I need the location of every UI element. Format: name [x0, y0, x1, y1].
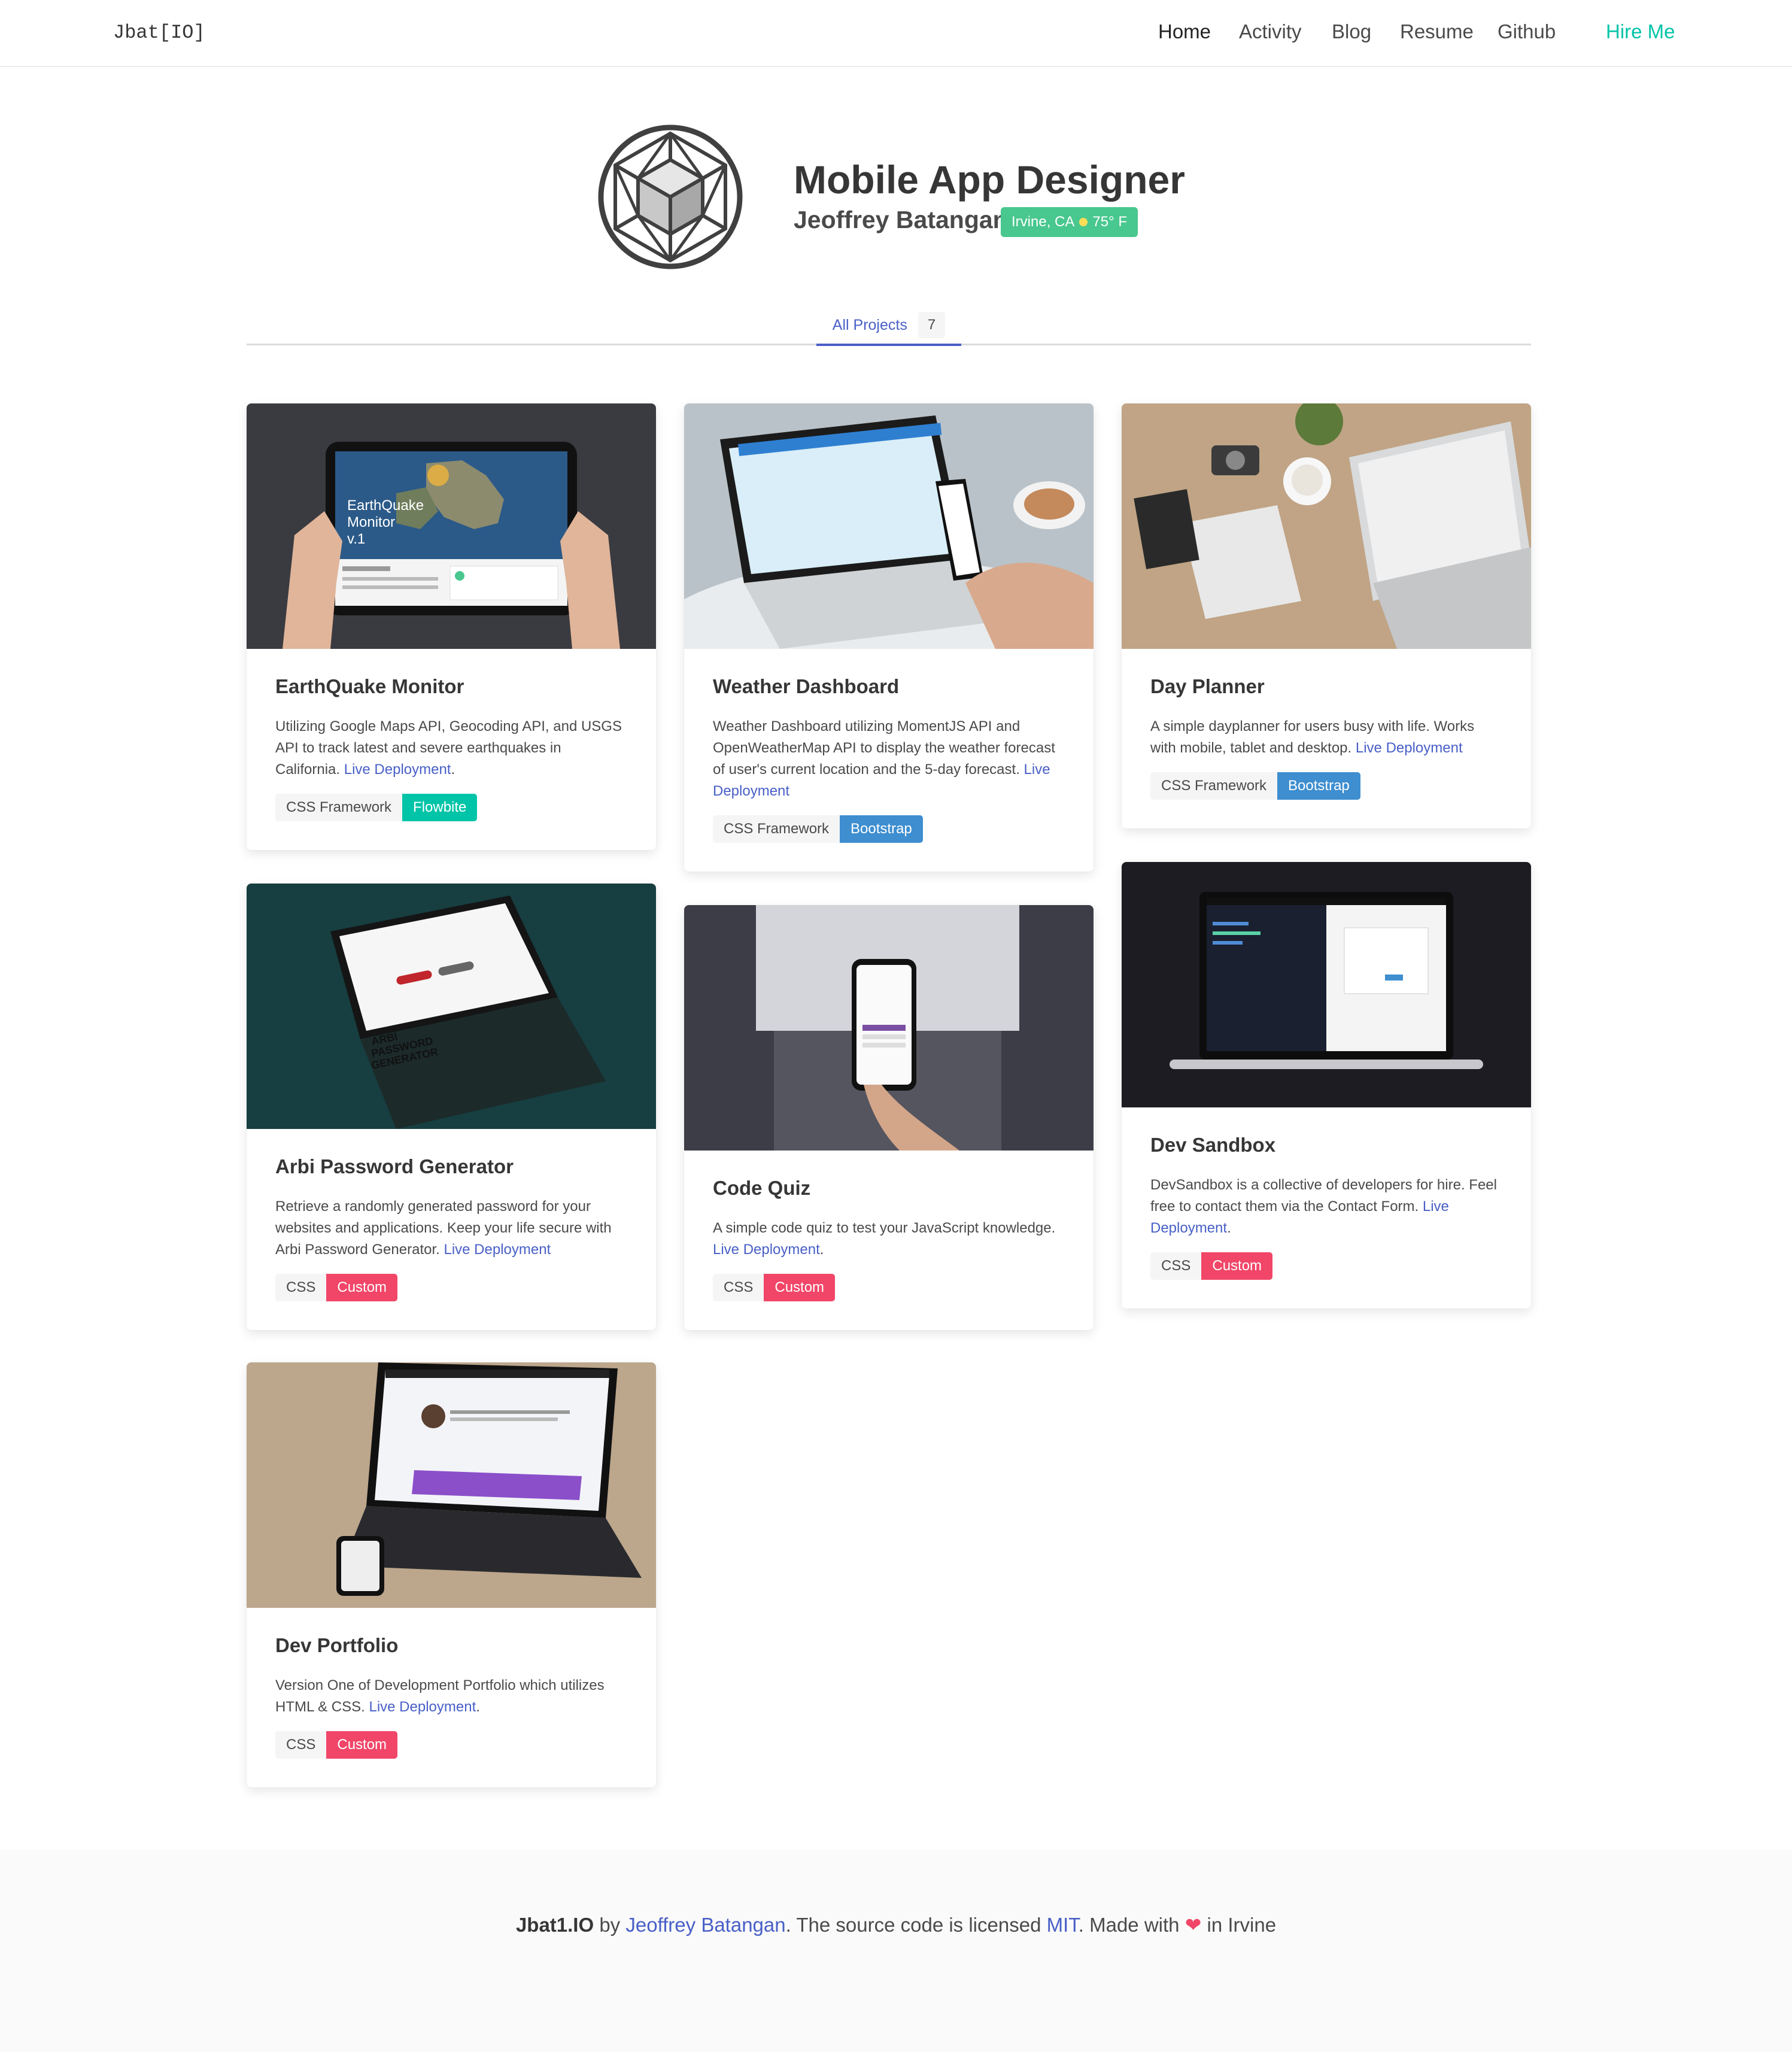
tag-label: CSS Framework	[275, 794, 403, 821]
sun-icon	[1079, 218, 1088, 226]
tag-value: Custom	[326, 1731, 398, 1759]
project-card-day-planner: Day Planner A simple dayplanner for user…	[1122, 403, 1531, 828]
project-title: Dev Sandbox	[1150, 1134, 1276, 1156]
project-image-dev-sandbox[interactable]	[1122, 862, 1531, 1107]
nav-activity[interactable]: Activity	[1239, 20, 1302, 43]
nav-home[interactable]: Home	[1158, 20, 1211, 43]
tag-value: Bootstrap	[840, 815, 923, 843]
project-description: A simple code quiz to test your JavaScri…	[713, 1220, 1056, 1258]
nav-blog[interactable]: Blog	[1332, 20, 1371, 43]
project-card-weather-dashboard: Weather Dashboard Weather Dashboard util…	[684, 403, 1094, 872]
tech-tags: CSS Framework Bootstrap	[713, 815, 1065, 843]
tab-all-projects[interactable]: All Projects 7	[816, 306, 961, 346]
live-deployment-link[interactable]: Live Deployment	[444, 1241, 551, 1258]
tag-value: Flowbite	[402, 794, 478, 821]
project-description: Utilizing Google Maps API, Geocoding API…	[275, 718, 622, 778]
tech-tags: CSS Custom	[713, 1274, 1065, 1301]
geometric-cube-logo	[598, 125, 743, 269]
tag-label: CSS	[1150, 1252, 1202, 1280]
image-caption: EarthQuake	[347, 497, 424, 514]
project-card-arbi-password-generator: ARBI PASSWORD GENERATOR Arbi Password Ge…	[247, 884, 656, 1330]
project-description: Weather Dashboard utilizing MomentJS API…	[713, 718, 1055, 799]
tag-label: CSS	[275, 1274, 327, 1301]
tag-label: CSS Framework	[713, 815, 840, 843]
project-description: Retrieve a randomly generated password f…	[275, 1198, 612, 1258]
live-deployment-link[interactable]: Live Deployment	[1356, 740, 1463, 756]
tag-label: CSS	[713, 1274, 764, 1301]
location-text: Irvine, CA	[1012, 214, 1075, 230]
location-weather-badge: Irvine, CA 75° F	[1001, 207, 1138, 237]
heart-icon: ❤	[1184, 1914, 1202, 1936]
nav-hire-me[interactable]: Hire Me	[1606, 20, 1675, 43]
live-deployment-link[interactable]: Live Deployment	[713, 1241, 820, 1258]
project-card-dev-portfolio: Dev Portfolio Version One of Development…	[247, 1362, 656, 1787]
project-description: DevSandbox is a collective of developers…	[1150, 1177, 1497, 1236]
project-description: Version One of Development Portfolio whi…	[275, 1677, 605, 1715]
tag-label: CSS	[275, 1731, 327, 1759]
project-image-day-planner[interactable]	[1122, 403, 1531, 649]
tech-tags: CSS Framework Flowbite	[275, 794, 627, 821]
live-deployment-link[interactable]: Live Deployment	[369, 1699, 476, 1715]
project-title: Day Planner	[1150, 675, 1265, 697]
project-image-dev-portfolio[interactable]	[247, 1362, 656, 1608]
tech-tags: CSS Custom	[1150, 1252, 1502, 1280]
project-card-dev-sandbox: Dev Sandbox DevSandbox is a collective o…	[1122, 862, 1531, 1309]
footer-brand: Jbat1.IO	[515, 1914, 594, 1936]
svg-text:Monitor: Monitor	[347, 514, 395, 530]
project-title: Dev Portfolio	[275, 1634, 399, 1656]
project-description: A simple dayplanner for users busy with …	[1150, 718, 1475, 756]
project-card-earthquake-monitor: EarthQuake Monitor v.1 EarthQuake Monito…	[247, 403, 656, 850]
footer-author-link[interactable]: Jeoffrey Batangan	[625, 1914, 785, 1936]
project-title: Weather Dashboard	[713, 675, 900, 697]
tech-tags: CSS Custom	[275, 1731, 627, 1759]
tag-value: Custom	[326, 1274, 398, 1301]
footer-text: Jbat1.IO by Jeoffrey Batangan. The sourc…	[515, 1914, 1277, 1936]
project-title: Arbi Password Generator	[275, 1155, 514, 1177]
nav-github[interactable]: Github	[1498, 20, 1556, 43]
live-deployment-link[interactable]: Live Deployment	[344, 761, 451, 778]
tag-label: CSS Framework	[1150, 772, 1278, 800]
footer: Jbat1.IO by Jeoffrey Batangan. The sourc…	[0, 1850, 1792, 2052]
brand-logo[interactable]: Jbat[IO]	[113, 22, 205, 44]
nav-resume[interactable]: Resume	[1400, 20, 1474, 43]
tab-label: All Projects	[832, 316, 907, 333]
navbar: Jbat[IO] Home Activity Blog Resume Githu…	[0, 0, 1792, 67]
page-title: Mobile App Designer	[794, 157, 1185, 202]
tag-value: Custom	[1201, 1252, 1273, 1280]
author-name: Jeoffrey Batangan	[794, 206, 1008, 233]
weather-text: 75° F	[1092, 214, 1127, 230]
tech-tags: CSS Framework Bootstrap	[1150, 772, 1502, 800]
project-image-code-quiz[interactable]	[684, 905, 1094, 1151]
project-title: EarthQuake Monitor	[275, 675, 464, 697]
project-card-code-quiz: Code Quiz A simple code quiz to test you…	[684, 905, 1094, 1330]
svg-text:v.1: v.1	[347, 531, 365, 547]
tag-value: Bootstrap	[1277, 772, 1360, 800]
project-image-arbi[interactable]: ARBI PASSWORD GENERATOR	[247, 884, 656, 1129]
tech-tags: CSS Custom	[275, 1274, 627, 1301]
project-title: Code Quiz	[713, 1177, 811, 1199]
project-count-badge: 7	[918, 312, 946, 338]
project-image-earthquake[interactable]: EarthQuake Monitor v.1	[247, 403, 656, 649]
project-image-weather[interactable]	[684, 403, 1094, 649]
footer-license-link[interactable]: MIT	[1047, 1914, 1079, 1936]
tag-value: Custom	[764, 1274, 836, 1301]
